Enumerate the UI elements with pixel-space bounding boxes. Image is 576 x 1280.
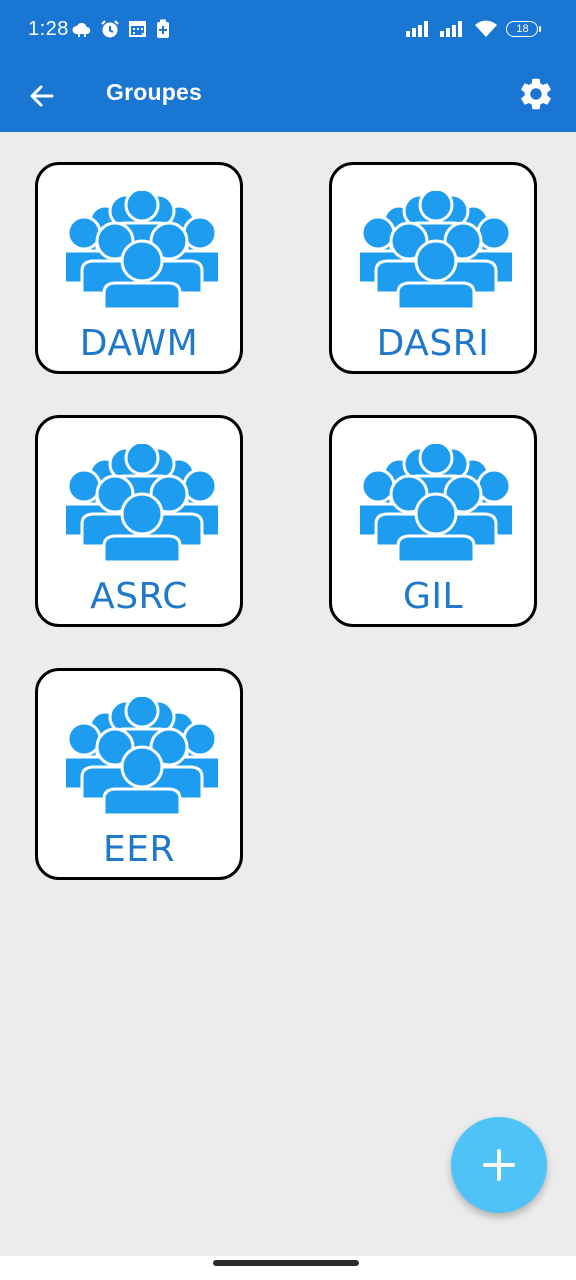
arrow-left-icon — [30, 85, 54, 107]
group-label: DASRI — [376, 323, 490, 364]
signal-1-icon — [406, 21, 428, 37]
battery-level: 18 — [516, 23, 529, 35]
back-button[interactable] — [20, 74, 64, 118]
status-left-icons — [72, 19, 170, 39]
signal-2-icon — [440, 21, 462, 37]
plus-icon — [483, 1149, 515, 1181]
calendar-icon — [129, 21, 146, 37]
group-card[interactable]: ASRC — [35, 415, 243, 627]
navigation-bar — [0, 1256, 576, 1280]
people-group-icon — [360, 191, 512, 309]
page-title: Groupes — [106, 79, 202, 105]
home-indicator[interactable] — [213, 1260, 359, 1266]
group-card[interactable]: DAWM — [35, 162, 243, 374]
group-card[interactable]: GIL — [329, 415, 537, 627]
status-bar: 1:28 18 — [0, 0, 576, 62]
app-bar: Groupes — [0, 62, 576, 132]
group-label: EER — [102, 829, 175, 870]
group-card[interactable]: DASRI — [329, 162, 537, 374]
gear-icon — [521, 78, 551, 110]
battery-icon: 18 — [506, 21, 541, 37]
alarm-icon — [101, 20, 119, 38]
group-card[interactable]: EER — [35, 668, 243, 880]
groups-screen: 1:28 18 Groupes DAWM DASRI ASRC GIL EER — [0, 0, 576, 1280]
people-group-icon — [66, 444, 218, 562]
people-group-icon — [66, 697, 218, 815]
group-label: GIL — [402, 576, 464, 617]
wifi-icon — [475, 20, 497, 37]
status-right-icons: 18 — [406, 20, 541, 38]
battery-saver-icon — [157, 19, 169, 38]
people-group-icon — [66, 191, 218, 309]
add-group-button[interactable] — [451, 1117, 547, 1213]
group-label: DAWM — [79, 323, 199, 364]
group-label: ASRC — [90, 576, 188, 617]
status-time: 1:28 — [28, 18, 69, 40]
people-group-icon — [360, 444, 512, 562]
settings-button[interactable] — [514, 72, 558, 116]
cloud-sync-icon — [72, 22, 91, 37]
